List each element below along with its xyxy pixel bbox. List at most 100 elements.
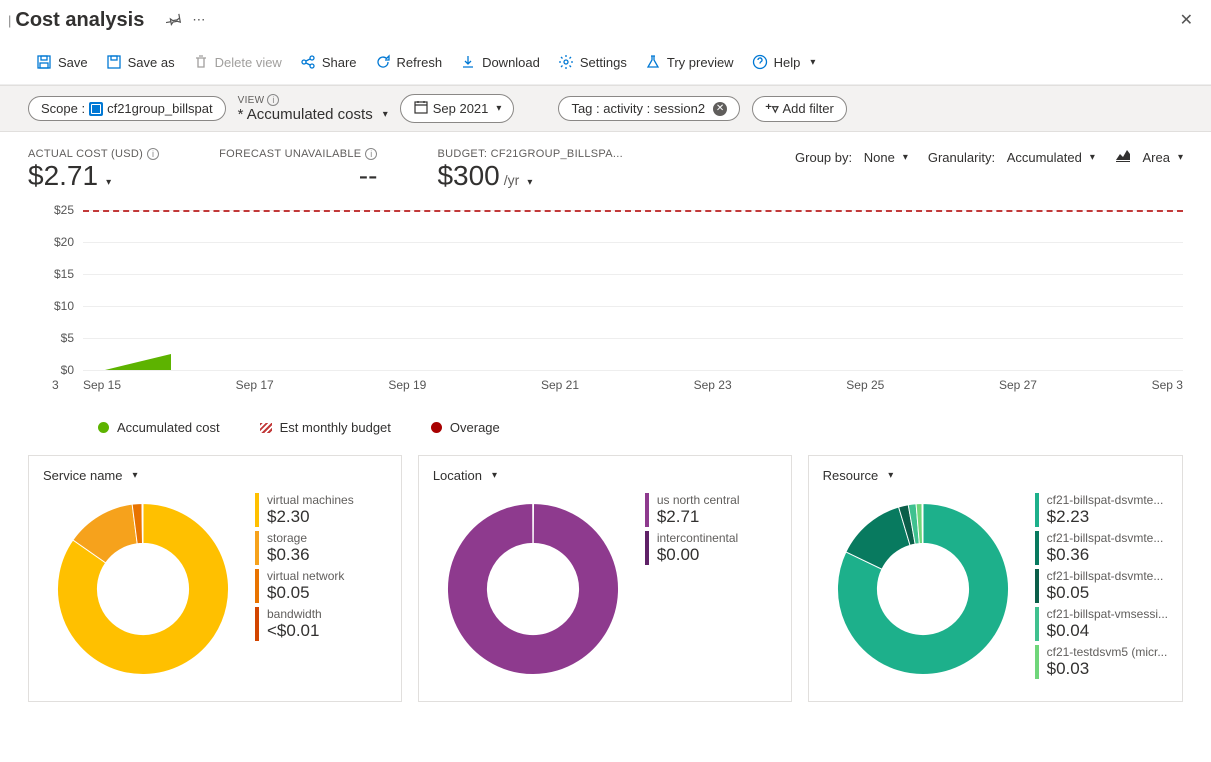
legend-item-value: $2.30 (267, 507, 387, 527)
try-preview-button[interactable]: Try preview (637, 50, 742, 74)
legend-item[interactable]: intercontinental$0.00 (645, 531, 777, 565)
kpi-actual-cost: ACTUAL COST (USD)i $2.71▾ (28, 148, 159, 192)
legend-item[interactable]: cf21-testdsvm5 (micr...$0.03 (1035, 645, 1168, 679)
legend-item-value: <$0.01 (267, 621, 387, 641)
kpi-forecast: FORECAST UNAVAILABLE i -- (219, 148, 377, 192)
x-axis: Sep 15Sep 17Sep 19Sep 21Sep 23Sep 25Sep … (83, 378, 1183, 392)
chevron-down-icon: ▾ (810, 57, 815, 68)
x-tick: Sep 19 (388, 378, 426, 392)
tag-filter-label: Tag : activity : session2 (571, 101, 705, 116)
save-as-label: Save as (128, 55, 175, 70)
kpi-budget: BUDGET: CF21GROUP_BILLSPA... $300/yr▾ (437, 148, 622, 192)
chevron-down-icon[interactable]: ▾ (527, 177, 532, 188)
accumulated-cost-chart[interactable]: $0$5$10$15$20$25 3 Sep 15Sep 17Sep 19Sep… (28, 210, 1183, 400)
legend-item[interactable]: cf21-billspat-vmsessi...$0.04 (1035, 607, 1168, 641)
help-button[interactable]: Help ▾ (744, 50, 824, 74)
legend-item-value: $0.04 (1047, 621, 1168, 641)
legend-item[interactable]: us north central$2.71 (645, 493, 777, 527)
legend-item-value: $2.23 (1047, 507, 1168, 527)
remove-filter-icon[interactable]: ✕ (713, 102, 727, 116)
resource-group-icon (89, 102, 103, 116)
pin-icon[interactable] (166, 11, 182, 30)
info-icon[interactable]: i (365, 148, 377, 160)
x-tick: Sep 27 (999, 378, 1037, 392)
granularity-dropdown[interactable]: Granularity: Accumulated ▾ (928, 150, 1095, 165)
legend-item[interactable]: virtual network$0.05 (255, 569, 387, 603)
settings-button[interactable]: Settings (550, 50, 635, 74)
kpi-budget-label: BUDGET: CF21GROUP_BILLSPA... (437, 148, 622, 160)
card-service-name: Service name▾ virtual machines$2.30 stora… (28, 455, 402, 702)
legend-item[interactable]: cf21-billspat-dsvmte...$0.36 (1035, 531, 1168, 565)
legend-swatch (98, 422, 109, 433)
scope-pill[interactable]: Scope : cf21group_billspat (28, 96, 226, 121)
card-title-dropdown[interactable]: Location▾ (433, 468, 497, 483)
kpi-budget-suffix: /yr (504, 172, 520, 188)
save-button[interactable]: Save (28, 50, 96, 74)
legend-item-value: $0.05 (1047, 583, 1168, 603)
save-label: Save (58, 55, 88, 70)
legend-item-value: $0.05 (267, 583, 387, 603)
chevron-down-icon: ▾ (1178, 152, 1183, 163)
card-title-dropdown[interactable]: Service name▾ (43, 468, 138, 483)
help-icon (752, 54, 768, 70)
service-donut-chart[interactable] (43, 489, 243, 689)
kpi-forecast-value: -- (359, 160, 378, 192)
donut-segment[interactable] (533, 504, 534, 544)
add-filter-button[interactable]: ⁺▿ Add filter (752, 96, 847, 122)
refresh-label: Refresh (397, 55, 443, 70)
add-filter-icon: ⁺▿ (765, 101, 778, 117)
legend-item[interactable]: cf21-billspat-dsvmte...$2.23 (1035, 493, 1168, 527)
legend-item-name: cf21-billspat-dsvmte... (1047, 531, 1168, 545)
refresh-button[interactable]: Refresh (367, 50, 451, 74)
main-chart-area: $0$5$10$15$20$25 3 Sep 15Sep 17Sep 19Sep… (0, 200, 1211, 455)
download-button[interactable]: Download (452, 50, 548, 74)
download-label: Download (482, 55, 540, 70)
add-filter-label: Add filter (783, 101, 834, 116)
legend-item-name: storage (267, 531, 387, 545)
date-range-pill[interactable]: Sep 2021 ▾ (400, 94, 515, 123)
resource-donut-chart[interactable] (823, 489, 1023, 689)
legend-item-value: $2.71 (657, 507, 777, 527)
card-title-dropdown[interactable]: Resource▾ (823, 468, 894, 483)
legend-item[interactable]: Overage (431, 420, 500, 435)
help-label: Help (774, 55, 801, 70)
donut-segment[interactable] (922, 504, 923, 544)
location-legend: us north central$2.71 intercontinental$0.… (645, 489, 777, 689)
area-chart-icon (1115, 148, 1131, 167)
tag-filter-pill[interactable]: Tag : activity : session2 ✕ (558, 96, 740, 121)
kpi-row: ACTUAL COST (USD)i $2.71▾ FORECAST UNAVA… (0, 132, 1211, 200)
share-button[interactable]: Share (292, 50, 365, 74)
budget-line (83, 210, 1183, 212)
kpi-forecast-label: FORECAST UNAVAILABLE (219, 148, 361, 160)
chart-type-dropdown[interactable]: Area ▾ (1115, 148, 1183, 167)
y-tick: $0 (61, 363, 74, 377)
legend-item[interactable]: storage$0.36 (255, 531, 387, 565)
command-bar: Save Save as Delete view Share Refresh D… (0, 44, 1211, 85)
legend-item[interactable]: cf21-billspat-dsvmte...$0.05 (1035, 569, 1168, 603)
location-donut-chart[interactable] (433, 489, 633, 689)
chart-legend: Accumulated cost Est monthly budget Overag… (28, 400, 1183, 455)
legend-swatch (260, 423, 272, 433)
kpi-actual-value: $2.71 (28, 160, 98, 192)
filter-bar: Scope : cf21group_billspat VIEW i * Accu… (0, 85, 1211, 132)
close-icon[interactable]: ✕ (1170, 6, 1203, 34)
settings-label: Settings (580, 55, 627, 70)
info-icon[interactable]: i (147, 148, 159, 160)
card-resource: Resource▾ cf21-billspat-dsvmte...$2.23cf… (808, 455, 1183, 702)
legend-item[interactable]: Est monthly budget (260, 420, 391, 435)
chart-controls: Group by: None ▾ Granularity: Accumulate… (795, 148, 1183, 167)
save-as-button[interactable]: Save as (98, 50, 183, 74)
view-selector[interactable]: VIEW i * Accumulated costs ▾ (238, 94, 388, 123)
save-icon (36, 54, 52, 70)
refresh-icon (375, 54, 391, 70)
more-icon[interactable]: ⋯ (192, 12, 205, 28)
group-by-dropdown[interactable]: Group by: None ▾ (795, 150, 908, 165)
donut-segment[interactable] (142, 504, 143, 544)
legend-item[interactable]: bandwidth<$0.01 (255, 607, 387, 641)
chevron-down-icon[interactable]: ▾ (106, 177, 111, 188)
legend-item-name: us north central (657, 493, 777, 507)
legend-item[interactable]: virtual machines$2.30 (255, 493, 387, 527)
legend-item-name: intercontinental (657, 531, 777, 545)
y-tick: $10 (54, 299, 74, 313)
legend-item[interactable]: Accumulated cost (98, 420, 220, 435)
